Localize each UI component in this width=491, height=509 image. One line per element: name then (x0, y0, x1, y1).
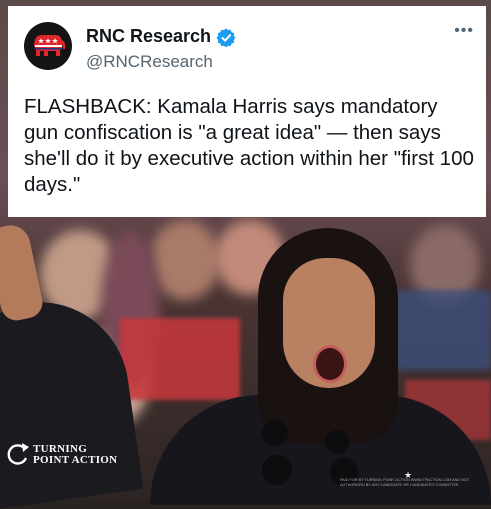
avatar[interactable] (24, 22, 72, 70)
tweet-text: FLASHBACK: Kamala Harris says mandatory … (24, 95, 474, 196)
crowd-sign (120, 318, 240, 400)
more-options-icon[interactable]: ••• (454, 22, 474, 40)
handle[interactable]: @RNCResearch (86, 52, 213, 72)
author-row: RNC Research (86, 26, 236, 47)
speaker-hand (0, 221, 46, 324)
watermark-line2: POINT ACTION (33, 454, 118, 466)
crowd-sign (395, 290, 491, 370)
watermark-logo: TURNING POINT ACTION (6, 442, 117, 468)
microphone (262, 420, 288, 446)
crowd-face (150, 220, 220, 300)
rnc-elephant-icon (34, 35, 66, 56)
verified-badge-icon (216, 27, 236, 47)
microphone (325, 430, 349, 454)
turning-point-arrow-icon (7, 443, 29, 465)
paid-for-disclaimer: PAID FOR BY TURNING POINT ACTION WWW.TPA… (340, 478, 470, 487)
tweet-card[interactable]: RNC Research @RNCResearch ••• FLASHBACK:… (8, 6, 486, 217)
microphone (262, 455, 292, 485)
speaker-mouth (313, 345, 347, 383)
watermark-text: TURNING POINT ACTION (33, 444, 117, 466)
display-name[interactable]: RNC Research (86, 26, 211, 47)
